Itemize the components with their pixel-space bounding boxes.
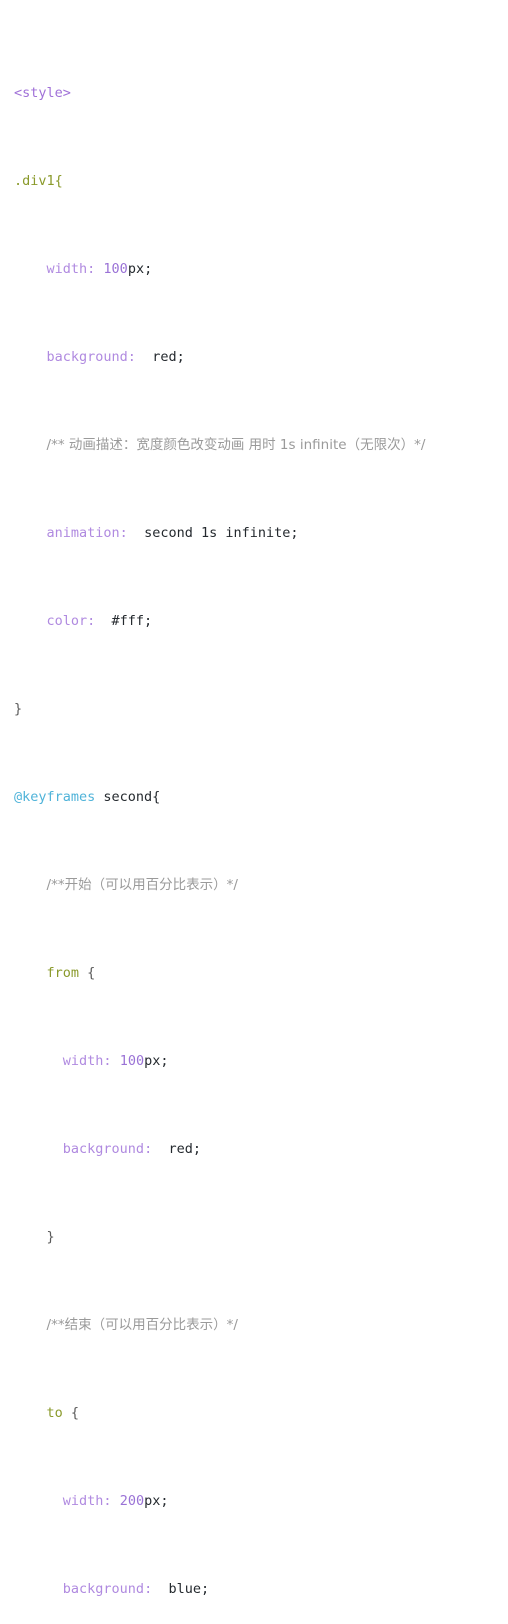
- property-width-to: width: [62, 1493, 104, 1509]
- value-100-from: 100: [119, 1053, 145, 1069]
- code-line-17: width: 200px;: [14, 1490, 508, 1512]
- property-background-1: background: [46, 349, 128, 365]
- comment-animation-description: /** 动画描述：宽度颜色改变动画 用时 1s infinite（无限次）*/: [46, 437, 426, 453]
- unit-px-3: px;: [144, 1493, 169, 1509]
- code-line-3: width: 100px;: [14, 258, 508, 280]
- code-line-8: }: [14, 698, 508, 720]
- code-line-6: animation: second 1s infinite;: [14, 522, 508, 544]
- value-red-from: red;: [160, 1141, 201, 1157]
- comment-end-percent: /**结束（可以用百分比表示）*/: [46, 1317, 238, 1333]
- brace-close-1: }: [14, 701, 23, 717]
- keyword-to: to: [46, 1405, 63, 1421]
- keyframes-name-second: second{: [95, 789, 161, 805]
- colon-punct-4: :: [87, 613, 104, 629]
- code-line-16: to {: [14, 1402, 508, 1424]
- property-animation: animation: [46, 525, 120, 541]
- property-background-to: background: [62, 1581, 145, 1597]
- code-line-13: background: red;: [14, 1138, 508, 1160]
- colon-punct-8: :: [144, 1581, 161, 1597]
- selector-div1: .div1{: [14, 173, 63, 189]
- property-width-from: width: [62, 1053, 104, 1069]
- keyword-from: from: [46, 965, 80, 981]
- code-line-15: /**结束（可以用百分比表示）*/: [14, 1314, 508, 1336]
- colon-punct-1: :: [87, 261, 104, 277]
- code-line-14: }: [14, 1226, 508, 1248]
- code-line-5: /** 动画描述：宽度颜色改变动画 用时 1s infinite（无限次）*/: [14, 434, 508, 456]
- code-line-18: background: blue;: [14, 1578, 508, 1600]
- code-line-10: /**开始（可以用百分比表示）*/: [14, 874, 508, 896]
- value-blue-to: blue;: [160, 1581, 210, 1597]
- code-line-11: from {: [14, 962, 508, 984]
- value-red-1: red;: [144, 349, 185, 365]
- colon-punct-3: :: [119, 525, 136, 541]
- unit-px-2: px;: [144, 1053, 169, 1069]
- brace-close-from: }: [14, 1229, 55, 1245]
- code-line-4: background: red;: [14, 346, 508, 368]
- style-open-tag: <style>: [14, 85, 71, 101]
- value-200-to: 200: [119, 1493, 145, 1509]
- value-100: 100: [103, 261, 128, 277]
- property-width: width: [46, 261, 88, 277]
- brace-open-to: {: [62, 1405, 80, 1421]
- brace-open-from: {: [79, 965, 96, 981]
- code-editor-content[interactable]: <style> .div1{ width: 100px; background:…: [0, 0, 508, 1624]
- code-line-12: width: 100px;: [14, 1050, 508, 1072]
- colon-punct-2: :: [127, 349, 145, 365]
- colon-punct-5: :: [103, 1053, 120, 1069]
- value-animation: second 1s infinite;: [135, 525, 299, 541]
- property-background-from: background: [62, 1141, 145, 1157]
- comment-start-percent: /**开始（可以用百分比表示）*/: [46, 877, 238, 893]
- code-line-1: <style>: [14, 82, 508, 104]
- at-rule-keyframes: @keyframes: [14, 789, 96, 805]
- colon-punct-6: :: [144, 1141, 161, 1157]
- value-color-fff: #fff;: [103, 613, 153, 629]
- code-line-7: color: #fff;: [14, 610, 508, 632]
- unit-px-1: px;: [127, 261, 153, 277]
- code-line-2: .div1{: [14, 170, 508, 192]
- property-color: color: [46, 613, 88, 629]
- code-line-9: @keyframes second{: [14, 786, 508, 808]
- colon-punct-7: :: [103, 1493, 120, 1509]
